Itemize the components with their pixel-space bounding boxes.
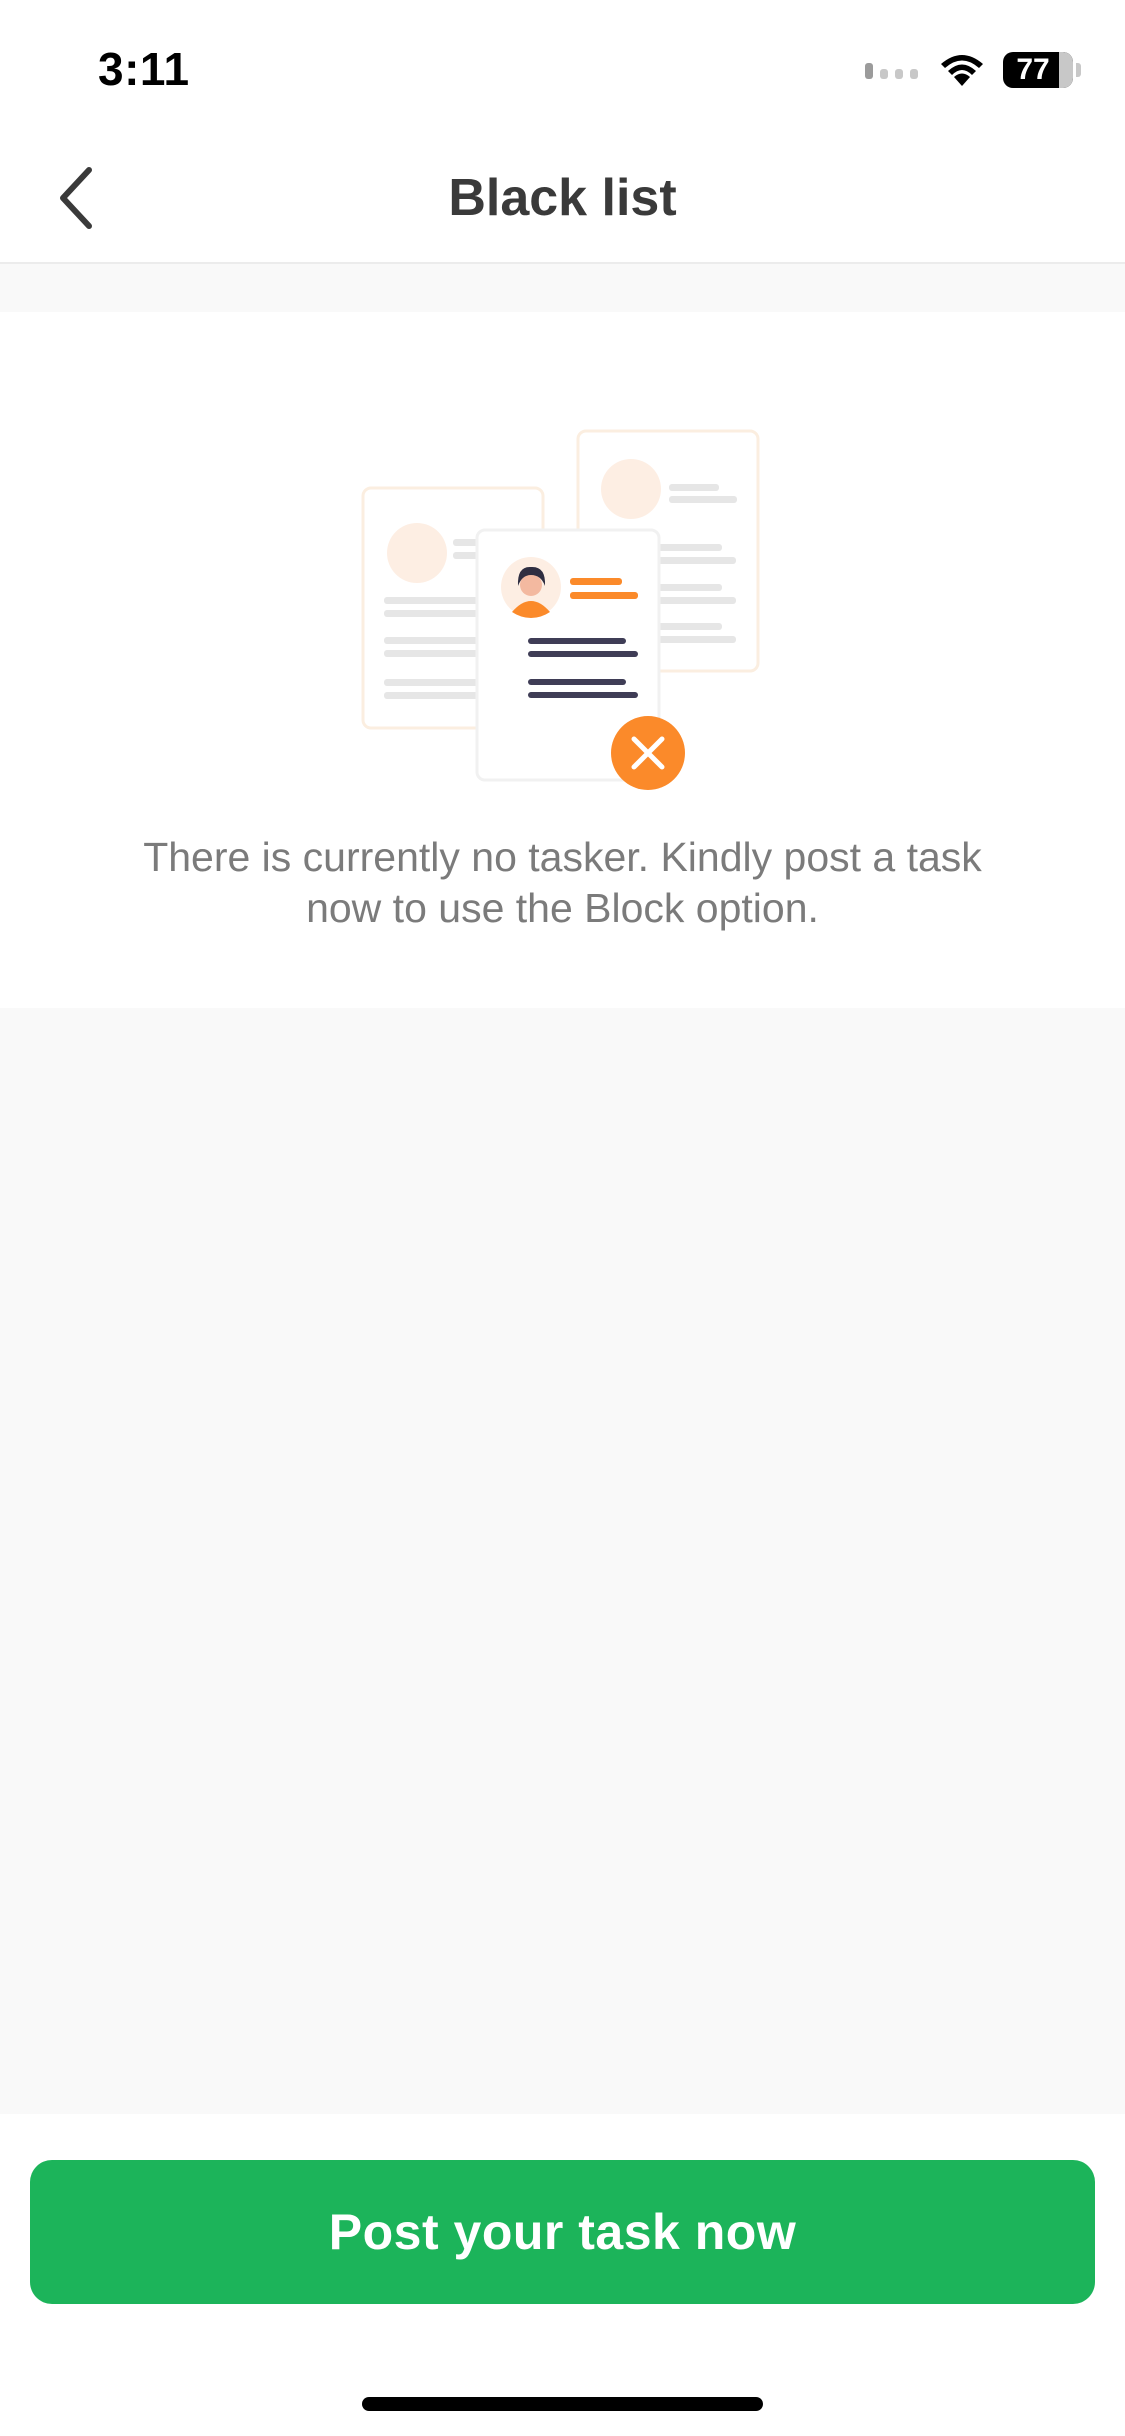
battery-empty-segment — [1059, 52, 1073, 88]
profile-cards-remove-illustration — [361, 429, 760, 790]
status-time: 3:11 — [98, 43, 190, 95]
remove-badge-icon — [611, 716, 685, 790]
home-indicator — [362, 2397, 763, 2411]
empty-state-card: There is currently no tasker. Kindly pos… — [0, 312, 1125, 1008]
wifi-icon — [941, 55, 983, 86]
bottom-action-bar: Post your task now — [0, 2114, 1125, 2436]
status-bar: 3:11 77 — [0, 0, 1125, 132]
signal-icon — [865, 63, 918, 79]
post-task-button[interactable]: Post your task now — [30, 2160, 1095, 2304]
battery-icon: 77 — [1003, 52, 1073, 88]
battery-level: 77 — [1016, 53, 1050, 86]
status-icons: 77 — [865, 50, 1081, 90]
battery-cap — [1076, 63, 1081, 77]
empty-state-message: There is currently no tasker. Kindly pos… — [143, 834, 982, 931]
page-title: Black list — [448, 169, 677, 227]
page-header: Black list — [0, 132, 1125, 264]
